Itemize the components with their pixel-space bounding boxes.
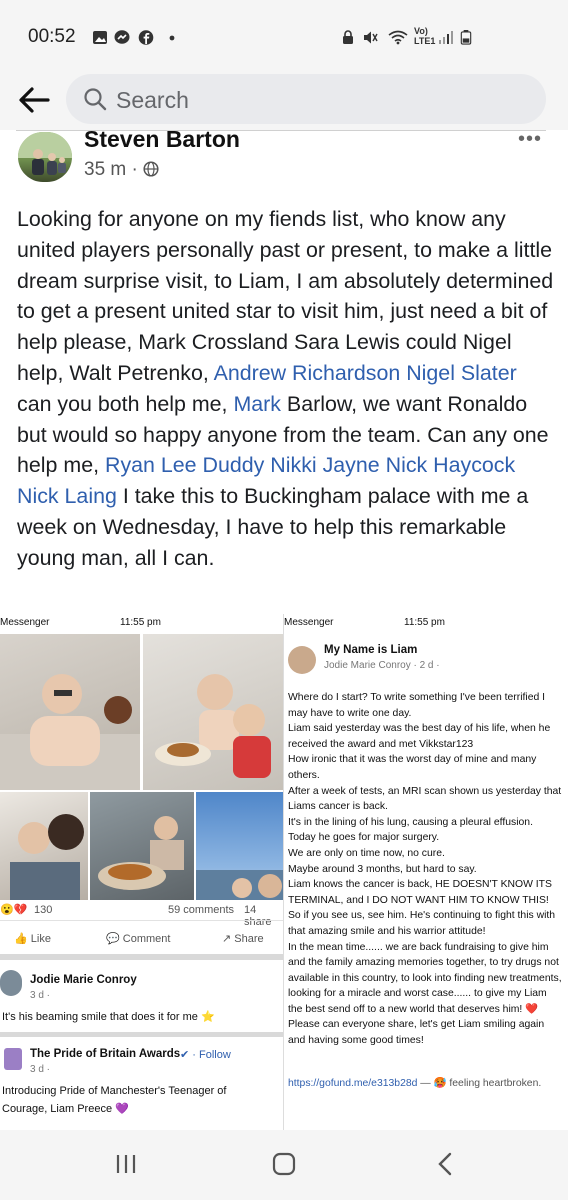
messenger-status-bar: Messenger 11:55 pm [284, 614, 568, 632]
post-image[interactable]: Messenger 11:55 pm 😮💔 130 59 comments 14… [0, 614, 568, 1130]
comment-icon: 💬 [106, 933, 120, 945]
search-bar: Search [0, 70, 568, 130]
status-time: 00:52 [28, 26, 76, 47]
tagged-name-link[interactable]: Nikki Jayne [270, 453, 379, 477]
like-button[interactable]: 👍 Like [14, 932, 51, 945]
lock-icon [343, 30, 353, 44]
home-icon[interactable] [270, 1150, 298, 1178]
post-text: Looking for anyone on my fiends list, wh… [17, 204, 557, 574]
tagged-name-link[interactable]: Nick Laing [17, 484, 117, 508]
post-text-segment: can you both help me, [17, 391, 234, 416]
screenshot-right: Messenger 11:55 pm My Name is Liam Jodie… [284, 614, 568, 1130]
photo-boys-with-food [143, 634, 283, 790]
search-input[interactable]: Search [66, 74, 546, 124]
volte-icon: Vo) LTE1 [414, 26, 436, 46]
verified-icon: ✔ [180, 1049, 190, 1061]
recent-apps-icon[interactable] [112, 1150, 140, 1178]
search-placeholder: Search [116, 87, 189, 113]
post-author[interactable]: Steven Barton [84, 130, 240, 153]
photo-boy-meal [90, 792, 194, 900]
facebook-icon [138, 30, 154, 45]
divider [0, 920, 283, 921]
avatar [0, 970, 22, 996]
post-meta: 35 m · [84, 159, 159, 181]
photo-boy-hospital-bed [0, 634, 140, 790]
messenger-app-label: Messenger [0, 617, 50, 628]
like-label: Like [30, 933, 51, 945]
tagged-name-link[interactable]: Ryan Lee Duddy [105, 453, 264, 477]
tagged-name-link[interactable]: Nigel Slater [406, 361, 517, 385]
divider [0, 954, 283, 960]
share-icon: ↗ [222, 933, 232, 945]
group-post-meta: Jodie Marie Conroy · 2 d · [324, 660, 440, 671]
signal-icon [439, 31, 453, 44]
search-icon [84, 88, 107, 111]
follow-label: · Follow [192, 1049, 231, 1061]
share-button[interactable]: ↗ Share [222, 932, 264, 945]
status-bar: 00:52 Vo) LTE1 [0, 0, 568, 70]
verified-follow[interactable]: ✔ · Follow [180, 1048, 231, 1061]
page-name: The Pride of Britain Awards [30, 1048, 181, 1060]
group-name: My Name is Liam [324, 644, 418, 656]
comment-label: Comment [122, 933, 171, 945]
reaction-icons: 😮💔 [0, 904, 28, 916]
battery-icon [460, 30, 472, 45]
post-time: 35 m [84, 159, 127, 180]
reaction-count: 130 [34, 904, 53, 916]
gallery-icon [93, 31, 107, 44]
avatar[interactable] [18, 132, 72, 182]
comment-meta: 3 d · [30, 1064, 51, 1075]
meta-separator: · [131, 159, 144, 180]
comment-button[interactable]: 💬 Comment [106, 932, 170, 945]
divider [0, 1032, 283, 1037]
reactions-row: 😮💔 130 59 comments 14 share [0, 900, 283, 928]
wifi-icon [388, 30, 408, 45]
tagged-name-link[interactable]: Andrew Richardson [214, 361, 401, 385]
liam-post-body: Where do I start? To write something I'v… [288, 692, 562, 1047]
messenger-time: 11:55 pm [404, 617, 445, 628]
post-link-row: https://gofund.me/e313b28d — 🥵 feeling h… [288, 1076, 564, 1092]
share-label: Share [234, 933, 264, 945]
messenger-time: 11:55 pm [120, 617, 161, 628]
comment-text: It's his beaming smile that does it for … [2, 1011, 215, 1023]
shares-count: 14 share [244, 904, 272, 928]
system-nav-bar [0, 1130, 568, 1200]
messenger-icon [114, 30, 130, 44]
messenger-app-label: Messenger [284, 617, 334, 628]
comment-author: Jodie Marie Conroy [30, 974, 137, 986]
more-options-button[interactable]: ••• [518, 130, 542, 151]
like-icon: 👍 [14, 933, 28, 945]
dot-icon [169, 35, 175, 41]
globe-icon [143, 161, 159, 177]
group-avatar [288, 646, 316, 674]
comment-meta: 3 d · [30, 990, 51, 1001]
photo-family [0, 792, 88, 900]
photo-selfie-sky [196, 792, 283, 900]
back-icon[interactable] [432, 1150, 460, 1178]
feeling-text: — 🥵 feeling heartbroken. [417, 1078, 542, 1089]
post-text-segment: Looking for anyone on my fiends list, wh… [17, 207, 554, 385]
mute-icon [364, 31, 378, 44]
gofundme-link[interactable]: https://gofund.me/e313b28d [288, 1078, 417, 1089]
tagged-name-link[interactable]: Mark [233, 392, 281, 416]
tagged-name-link[interactable]: Nick Haycock [386, 453, 516, 477]
comments-count: 59 comments [168, 904, 235, 916]
comment-text: Introducing Pride of Manchester's Teenag… [2, 1085, 227, 1115]
screenshot-left: Messenger 11:55 pm 😮💔 130 59 comments 14… [0, 614, 284, 1130]
messenger-status-bar: Messenger 11:55 pm [0, 614, 283, 632]
back-arrow-icon[interactable] [14, 80, 54, 120]
post: Steven Barton 35 m · ••• Looking for any… [0, 130, 568, 1130]
pride-logo [4, 1048, 22, 1070]
